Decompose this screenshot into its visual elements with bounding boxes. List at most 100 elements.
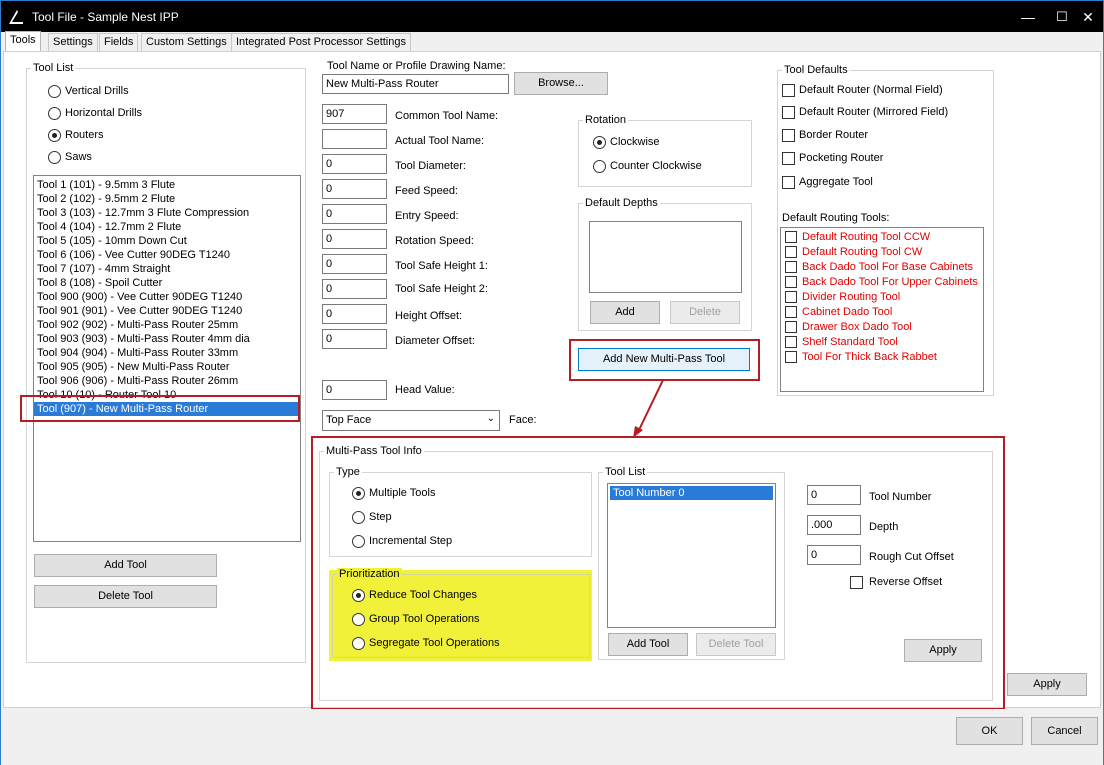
tool-list-item[interactable]: Tool 905 (905) - New Multi-Pass Router xyxy=(34,360,300,374)
radio-saws[interactable] xyxy=(48,151,61,164)
tool-field-input[interactable]: 0 xyxy=(322,279,387,299)
tool-field-input[interactable] xyxy=(322,129,387,149)
routing-tool-item[interactable]: Divider Routing Tool xyxy=(781,290,983,305)
tool-list-item[interactable]: Tool 901 (901) - Vee Cutter 90DEG T1240 xyxy=(34,304,300,318)
tool-list-item[interactable]: Tool 900 (900) - Vee Cutter 90DEG T1240 xyxy=(34,290,300,304)
tool-default-checkbox[interactable] xyxy=(782,129,795,142)
tool-field-input[interactable]: 0 xyxy=(322,254,387,274)
default-depths-list[interactable] xyxy=(589,221,742,293)
routing-tool-item[interactable]: Back Dado Tool For Base Cabinets xyxy=(781,260,983,275)
tab-custom-settings[interactable]: Custom Settings xyxy=(141,33,232,52)
tool-default-checkbox[interactable] xyxy=(782,84,795,97)
radio-routers[interactable] xyxy=(48,129,61,142)
tool-field-input[interactable]: 0 xyxy=(322,154,387,174)
depth-add-button[interactable]: Add xyxy=(590,301,660,324)
tool-list-item[interactable]: Tool 6 (106) - Vee Cutter 90DEG T1240 xyxy=(34,248,300,262)
vertical-drills-label: Vertical Drills xyxy=(65,85,129,97)
prioritization-label: Prioritization xyxy=(337,568,402,580)
tab-fields[interactable]: Fields xyxy=(99,33,139,52)
app-logo-icon xyxy=(9,10,23,24)
tool-field-label: Feed Speed: xyxy=(395,185,458,197)
tool-listbox[interactable]: Tool 1 (101) - 9.5mm 3 Flute Tool 2 (102)… xyxy=(33,175,301,542)
add-new-multipass-tool-button[interactable]: Add New Multi-Pass Tool xyxy=(578,348,750,371)
tool-default-checkbox[interactable] xyxy=(782,152,795,165)
radio-counter-clockwise[interactable] xyxy=(593,160,606,173)
multipass-apply-button[interactable]: Apply xyxy=(904,639,982,662)
routing-tool-item[interactable]: Shelf Standard Tool xyxy=(781,335,983,350)
depth-input[interactable]: .000 xyxy=(807,515,861,535)
delete-tool-button[interactable]: Delete Tool xyxy=(34,585,217,608)
radio-clockwise[interactable] xyxy=(593,136,606,149)
routing-tool-item[interactable]: Cabinet Dado Tool xyxy=(781,305,983,320)
face-select[interactable]: Top Face ⌄ xyxy=(322,410,500,431)
routing-tool-checkbox[interactable] xyxy=(785,306,797,318)
tool-list-item[interactable]: Tool 903 (903) - Multi-Pass Router 4mm d… xyxy=(34,332,300,346)
multipass-delete-tool-button[interactable]: Delete Tool xyxy=(696,633,776,656)
tool-list-item[interactable]: Tool 5 (105) - 10mm Down Cut xyxy=(34,234,300,248)
tool-list-item[interactable]: Tool 3 (103) - 12.7mm 3 Flute Compressio… xyxy=(34,206,300,220)
default-routing-tools-list[interactable]: Default Routing Tool CCW Default Routing … xyxy=(780,227,984,392)
tool-default-checkbox[interactable] xyxy=(782,106,795,119)
tool-field-input[interactable]: 0 xyxy=(322,229,387,249)
routing-tool-item[interactable]: Drawer Box Dado Tool xyxy=(781,320,983,335)
routing-tool-item[interactable]: Default Routing Tool CW xyxy=(781,245,983,260)
radio-step[interactable] xyxy=(352,511,365,524)
routing-tool-item[interactable]: Tool For Thick Back Rabbet xyxy=(781,350,983,365)
close-button[interactable]: ✕ xyxy=(1073,7,1103,27)
routing-tool-checkbox[interactable] xyxy=(785,276,797,288)
depth-delete-button[interactable]: Delete xyxy=(670,301,740,324)
radio-vertical-drills[interactable] xyxy=(48,85,61,98)
tool-list-item[interactable]: Tool 8 (108) - Spoil Cutter xyxy=(34,276,300,290)
routing-tool-label: Default Routing Tool CW xyxy=(802,246,923,258)
radio-horizontal-drills[interactable] xyxy=(48,107,61,120)
routing-tool-checkbox[interactable] xyxy=(785,351,797,363)
routing-tool-checkbox[interactable] xyxy=(785,231,797,243)
tool-list-item[interactable]: Tool 1 (101) - 9.5mm 3 Flute xyxy=(34,178,300,192)
browse-button[interactable]: Browse... xyxy=(514,72,608,95)
rough-cut-offset-input[interactable]: 0 xyxy=(807,545,861,565)
selected-tool-highlight xyxy=(20,395,300,422)
tool-field-input[interactable]: 0 xyxy=(322,304,387,324)
radio-group-tool-operations[interactable] xyxy=(352,613,365,626)
tool-field-input[interactable]: 0 xyxy=(322,329,387,349)
tool-list-item[interactable]: Tool 2 (102) - 9.5mm 2 Flute xyxy=(34,192,300,206)
list-item[interactable]: Tool Number 0 xyxy=(610,486,773,500)
radio-incremental-step[interactable] xyxy=(352,535,365,548)
tool-list-item[interactable]: Tool 4 (104) - 12.7mm 2 Flute xyxy=(34,220,300,234)
tool-number-input[interactable]: 0 xyxy=(807,485,861,505)
apply-button[interactable]: Apply xyxy=(1007,673,1087,696)
tab-settings[interactable]: Settings xyxy=(48,33,98,52)
reverse-offset-checkbox[interactable] xyxy=(850,576,863,589)
ok-button[interactable]: OK xyxy=(956,717,1023,745)
routing-tool-checkbox[interactable] xyxy=(785,321,797,333)
tool-name-input[interactable]: New Multi-Pass Router xyxy=(322,74,509,94)
tool-field-input[interactable]: 0 xyxy=(322,204,387,224)
routing-tool-item[interactable]: Default Routing Tool CCW xyxy=(781,230,983,245)
routing-tool-checkbox[interactable] xyxy=(785,246,797,258)
radio-reduce-tool-changes[interactable] xyxy=(352,589,365,602)
tool-list-item[interactable]: Tool 904 (904) - Multi-Pass Router 33mm xyxy=(34,346,300,360)
tool-file-window: Tool File - Sample Nest IPP — ☐ ✕ Tools … xyxy=(0,0,1104,765)
routing-tool-item[interactable]: Back Dado Tool For Upper Cabinets xyxy=(781,275,983,290)
cancel-button[interactable]: Cancel xyxy=(1031,717,1098,745)
head-value-input[interactable]: 0 xyxy=(322,380,387,400)
horizontal-drills-label: Horizontal Drills xyxy=(65,107,143,119)
tab-ipp-settings[interactable]: Integrated Post Processor Settings xyxy=(231,33,411,52)
multipass-tool-list[interactable]: Tool Number 0 xyxy=(607,483,776,628)
tool-default-checkbox[interactable] xyxy=(782,176,795,189)
radio-segregate-tool-operations[interactable] xyxy=(352,637,365,650)
tool-field-input[interactable]: 0 xyxy=(322,179,387,199)
routing-tool-checkbox[interactable] xyxy=(785,261,797,273)
minimize-button[interactable]: — xyxy=(1013,7,1043,27)
multipass-add-tool-button[interactable]: Add Tool xyxy=(608,633,688,656)
tab-tools[interactable]: Tools xyxy=(5,31,41,52)
tool-list-item[interactable]: Tool 906 (906) - Multi-Pass Router 26mm xyxy=(34,374,300,388)
tool-field-input[interactable]: 907 xyxy=(322,104,387,124)
radio-multiple-tools[interactable] xyxy=(352,487,365,500)
add-tool-button[interactable]: Add Tool xyxy=(34,554,217,577)
routing-tool-checkbox[interactable] xyxy=(785,291,797,303)
routing-tool-checkbox[interactable] xyxy=(785,336,797,348)
tool-field-label: Rotation Speed: xyxy=(395,235,474,247)
tool-list-item[interactable]: Tool 902 (902) - Multi-Pass Router 25mm xyxy=(34,318,300,332)
tool-list-item[interactable]: Tool 7 (107) - 4mm Straight xyxy=(34,262,300,276)
